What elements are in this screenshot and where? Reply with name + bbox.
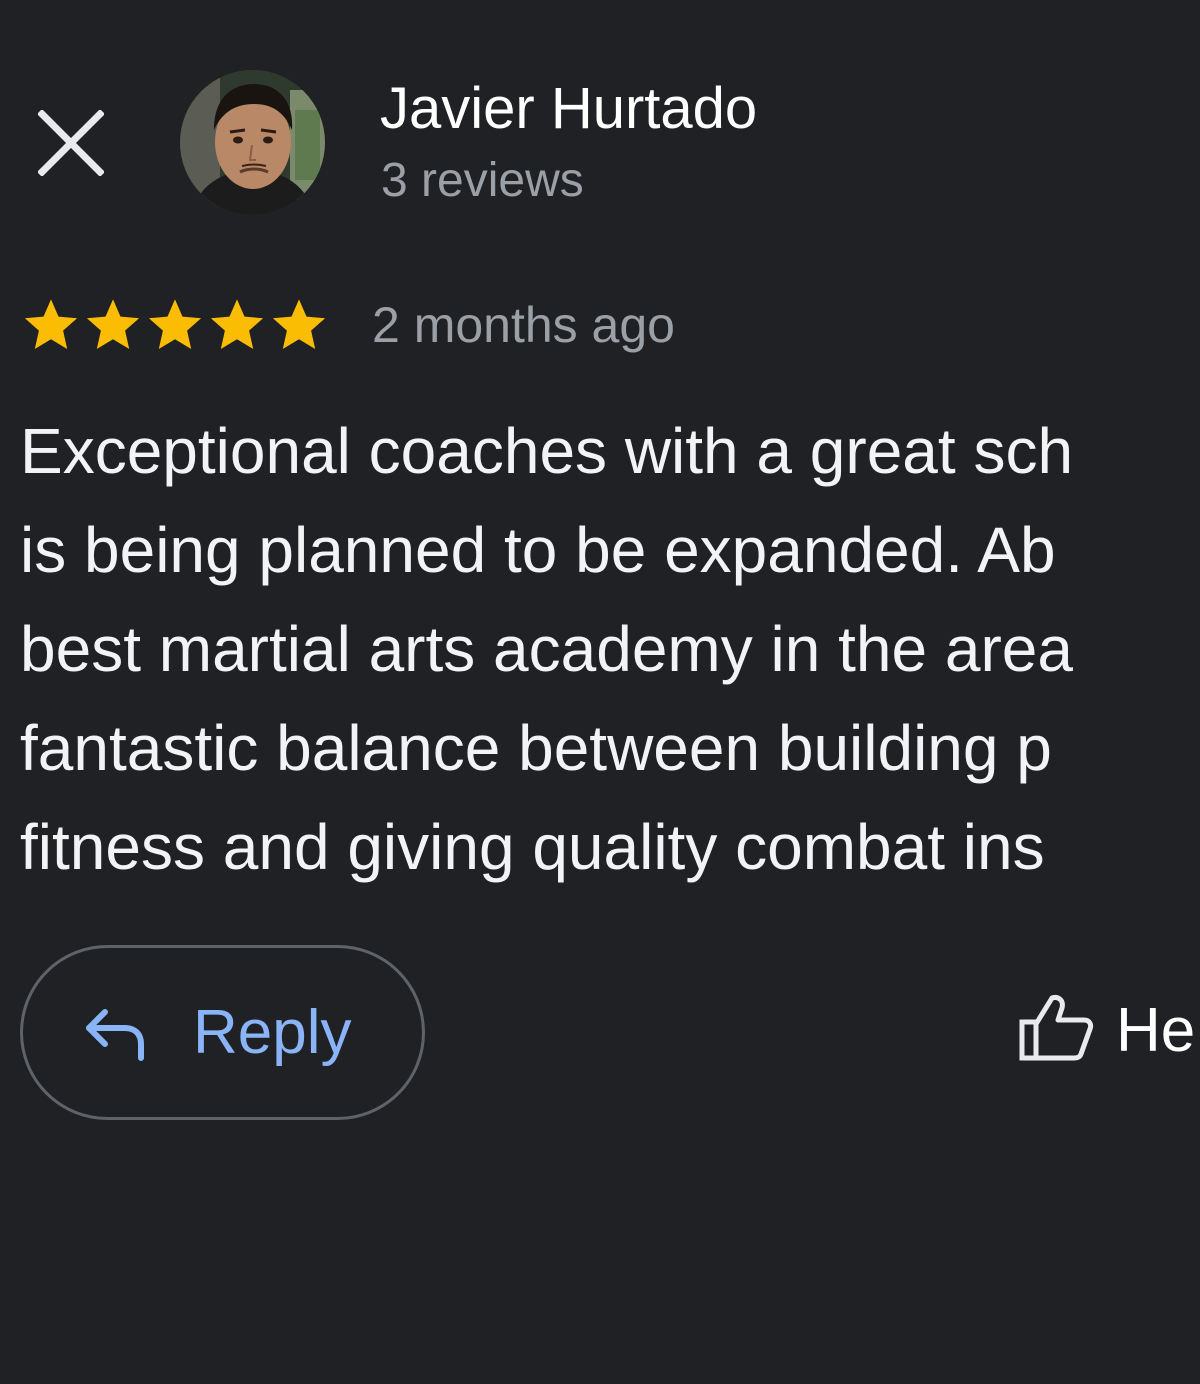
review-text-line: fitness and giving quality combat ins xyxy=(20,811,1045,883)
review-text[interactable]: Exceptional coaches with a great sch is … xyxy=(20,402,1200,897)
star-icon xyxy=(86,299,140,349)
close-button[interactable] xyxy=(38,110,104,176)
review-text-line: best martial arts academy in the area xyxy=(20,613,1073,685)
review-text-line: fantastic balance between building p xyxy=(20,712,1052,784)
review-count: 3 reviews xyxy=(381,154,584,207)
author-name[interactable]: Javier Hurtado xyxy=(380,76,757,142)
close-icon xyxy=(38,110,104,176)
reply-arrow-icon xyxy=(86,1009,144,1061)
star-icon xyxy=(24,299,78,349)
review-date: 2 months ago xyxy=(372,297,675,353)
avatar[interactable] xyxy=(180,70,325,215)
reply-button[interactable]: Reply xyxy=(20,945,425,1120)
avatar-photo xyxy=(180,70,325,215)
review-text-line: is being planned to be expanded. Ab xyxy=(20,514,1056,586)
helpful-label: He xyxy=(1116,996,1196,1065)
helpful-button[interactable]: He xyxy=(1018,992,1200,1072)
reply-label: Reply xyxy=(193,998,352,1067)
review-text-line: Exceptional coaches with a great sch xyxy=(20,415,1074,487)
star-icon xyxy=(272,299,326,349)
star-icon xyxy=(210,299,264,349)
thumbs-up-icon xyxy=(1019,995,1094,1061)
star-icon xyxy=(148,299,202,349)
star-rating xyxy=(22,298,328,354)
